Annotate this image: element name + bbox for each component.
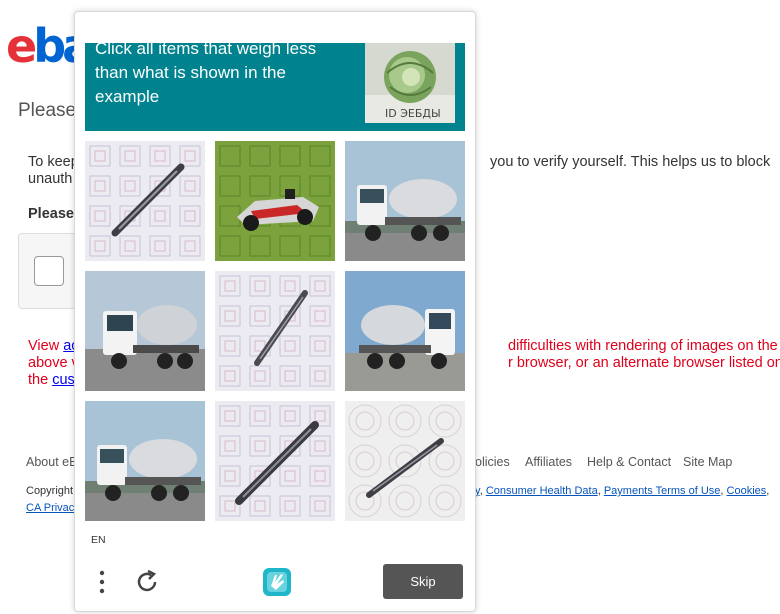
customer-service-link[interactable]: cus: [52, 372, 75, 388]
captcha-tile-5[interactable]: [215, 271, 335, 391]
captcha-prompt-banner: Click all items that weigh less than wha…: [85, 43, 465, 131]
notice-line-2-left: above v: [28, 355, 79, 371]
intro-line-1-left: To keep: [28, 154, 79, 170]
reload-icon[interactable]: [133, 568, 161, 596]
please-verify-label: Please: [28, 206, 74, 222]
footer-privacy-wrap: CA Privac: [26, 502, 74, 514]
captcha-tile-2[interactable]: [215, 141, 335, 261]
notice-line-2-right: r browser, or an alternate browser liste…: [508, 355, 780, 371]
footer-payments-terms-link[interactable]: Payments Terms of Use: [604, 485, 721, 497]
captcha-prompt-text: Click all items that weigh less than wha…: [95, 43, 317, 106]
captcha-tile-4[interactable]: [85, 271, 205, 391]
footer-affiliates-link[interactable]: Affiliates: [525, 455, 572, 469]
footer-about-link[interactable]: About eB: [26, 455, 77, 469]
skip-button[interactable]: Skip: [383, 564, 463, 599]
svg-text:ID ЭЕБДЫ: ID ЭЕБДЫ: [385, 107, 441, 120]
intro-line-1-right: you to verify yourself. This helps us to…: [490, 154, 771, 170]
captcha-tile-3[interactable]: [345, 141, 465, 261]
footer-consumer-health-link[interactable]: Consumer Health Data: [486, 485, 598, 497]
notice-line-1-right: difficulties with rendering of images on…: [508, 338, 778, 354]
verify-checkbox[interactable]: [34, 256, 64, 286]
footer-cookies-link[interactable]: Cookies: [727, 485, 767, 497]
captcha-tile-9[interactable]: [345, 401, 465, 521]
page-title: Please: [18, 100, 77, 121]
footer-policies-link[interactable]: olicies: [475, 455, 510, 469]
language-selector[interactable]: EN: [91, 534, 106, 546]
captcha-tile-8[interactable]: [215, 401, 335, 521]
cabbage-example-image: ID ЭЕБДЫ: [365, 43, 455, 123]
footer-ca-privacy-link[interactable]: CA Privac: [26, 502, 74, 514]
footer-legal-links: y, Consumer Health Data, Payments Terms …: [475, 485, 770, 497]
hcaptcha-logo-icon[interactable]: [261, 566, 293, 598]
captcha-tile-1[interactable]: [85, 141, 205, 261]
captcha-tile-6[interactable]: [345, 271, 465, 391]
menu-dots-icon[interactable]: [93, 568, 111, 596]
footer-sitemap-link[interactable]: Site Map: [683, 455, 732, 469]
captcha-tile-7[interactable]: [85, 401, 205, 521]
intro-line-2-left: unauth: [28, 171, 73, 187]
footer-copyright: Copyright: [26, 485, 74, 497]
captcha-modal: Click all items that weigh less than wha…: [74, 11, 476, 612]
notice-line-1-left: View ac: [28, 338, 79, 354]
logo-letter-e: e: [6, 19, 37, 73]
notice-line-3-left: the cus: [28, 372, 75, 388]
footer-help-contact-link[interactable]: Help & Contact: [587, 455, 671, 469]
